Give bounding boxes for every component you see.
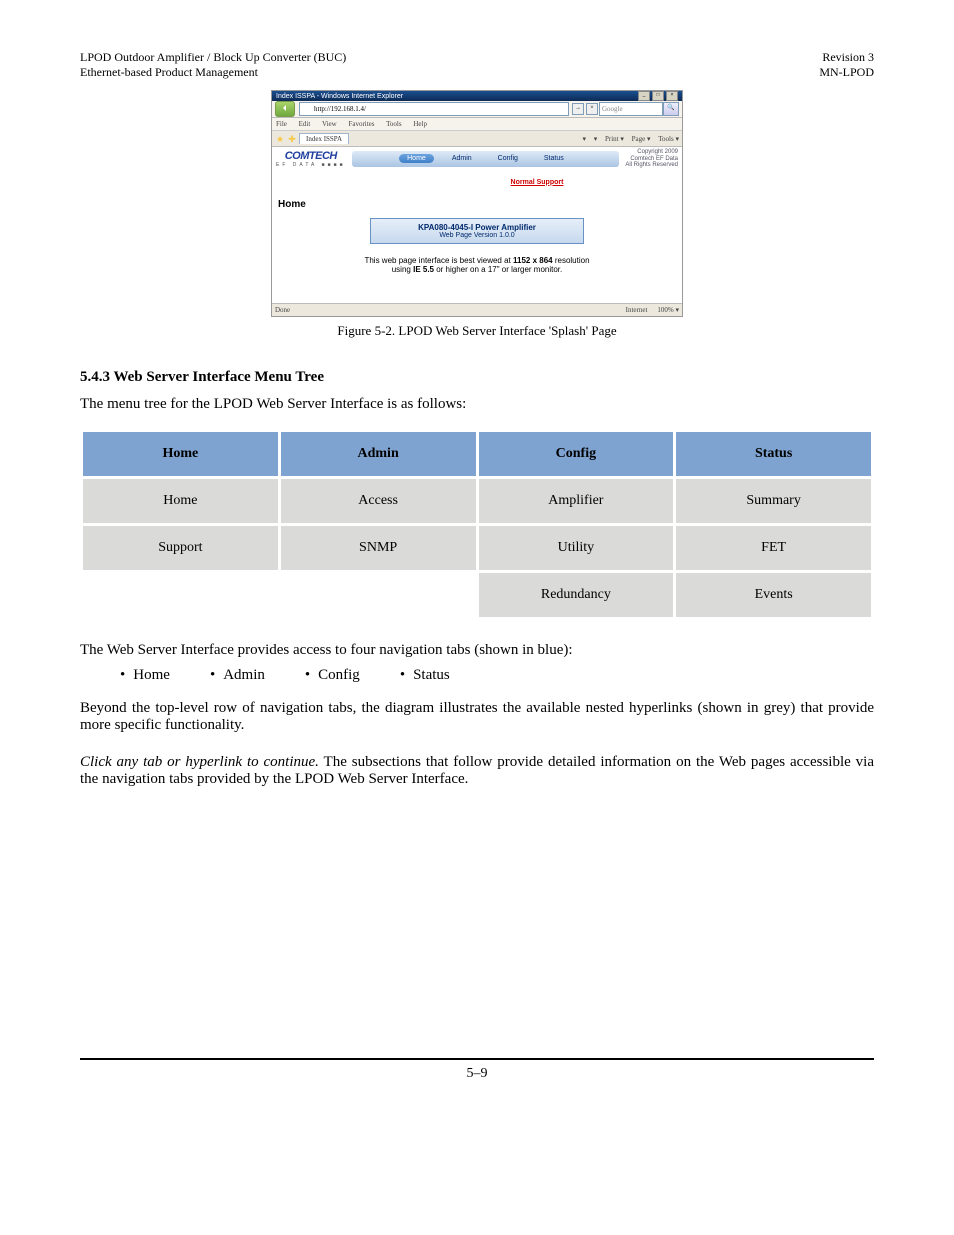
figure-caption: Figure 5-2. LPOD Web Server Interface 'S… — [80, 323, 874, 339]
th-status: Status — [676, 432, 871, 476]
cell-config-amplifier: Amplifier — [479, 479, 674, 523]
cell-admin-snmp: SNMP — [281, 526, 476, 570]
menu-file[interactable]: File — [276, 120, 287, 128]
cell-empty — [83, 573, 278, 617]
browser-screenshot: Index ISSPA - Windows Internet Explorer … — [271, 90, 683, 317]
page-menu[interactable]: Page ▾ — [632, 135, 651, 143]
cell-status-summary: Summary — [676, 479, 871, 523]
menu-tree-table: Home Admin Config Status Home Access Amp… — [80, 429, 874, 620]
header-product: LPOD Outdoor Amplifier / Block Up Conver… — [80, 50, 346, 65]
bullet-admin: Admin — [210, 667, 265, 684]
browser-tab[interactable]: Index ISSPA — [299, 133, 349, 144]
header-revision: Revision 3 — [819, 50, 874, 65]
header-docnum: MN-LPOD — [819, 65, 874, 80]
support-link[interactable]: Normal Support — [511, 179, 564, 186]
nav-ribbon: Home Admin Config Status — [352, 151, 620, 167]
menu-help[interactable]: Help — [413, 120, 427, 128]
cell-empty — [281, 573, 476, 617]
cell-config-utility: Utility — [479, 526, 674, 570]
feeds-dropdown-icon[interactable]: ▾ — [594, 135, 598, 143]
resolution-recommendation: This web page interface is best viewed a… — [278, 256, 676, 274]
window-title: Index ISSPA - Windows Internet Explorer — [276, 93, 638, 100]
nav-tab-config[interactable]: Config — [490, 154, 526, 163]
header-section: Ethernet-based Product Management — [80, 65, 346, 80]
section-heading: 5.4.3 Web Server Interface Menu Tree — [80, 369, 874, 386]
nav-tab-home[interactable]: Home — [399, 154, 434, 163]
tabs-bullet-list: Home Admin Config Status — [80, 667, 874, 684]
address-bar[interactable]: http://192.168.1.4/ — [299, 102, 569, 116]
minimize-button[interactable]: _ — [638, 91, 650, 101]
maximize-button[interactable]: □ — [652, 91, 664, 101]
home-dropdown-icon[interactable]: ▾ — [582, 135, 586, 143]
add-favorites-icon[interactable]: ✚ — [287, 134, 297, 144]
paragraph-2: Click any tab or hyperlink to continue. … — [80, 754, 874, 788]
intro-text: The menu tree for the LPOD Web Server In… — [80, 396, 874, 413]
cell-status-events: Events — [676, 573, 871, 617]
cell-admin-access: Access — [281, 479, 476, 523]
bullet-config: Config — [305, 667, 360, 684]
page-number: 5–9 — [80, 1066, 874, 1082]
paragraph-1: Beyond the top-level row of navigation t… — [80, 700, 874, 734]
nav-tab-admin[interactable]: Admin — [444, 154, 480, 163]
go-button[interactable]: → — [572, 103, 584, 115]
th-config: Config — [479, 432, 674, 476]
copyright-text: Copyright 2009 Comtech EF Data All Right… — [625, 149, 678, 169]
cell-home-home: Home — [83, 479, 278, 523]
zoom-level[interactable]: 100% ▾ — [657, 306, 679, 314]
menu-edit[interactable]: Edit — [299, 120, 311, 128]
after-table-text: The Web Server Interface provides access… — [80, 642, 874, 659]
cell-config-redundancy: Redundancy — [479, 573, 674, 617]
menu-view[interactable]: View — [322, 120, 337, 128]
status-done: Done — [275, 306, 626, 314]
cell-status-fet: FET — [676, 526, 871, 570]
nav-tab-status[interactable]: Status — [536, 154, 572, 163]
menu-tools[interactable]: Tools — [386, 120, 401, 128]
webpage-version: Web Page Version 1.0.0 — [377, 232, 577, 239]
close-button[interactable]: × — [666, 91, 678, 101]
bullet-home: Home — [120, 667, 170, 684]
page-heading-home: Home — [278, 199, 676, 210]
status-zone: Internet — [626, 306, 648, 314]
browser-menubar[interactable]: File Edit View Favorites Tools Help — [272, 118, 682, 131]
back-button[interactable] — [275, 101, 295, 117]
menu-favorites[interactable]: Favorites — [348, 120, 374, 128]
amplifier-info-box: KPA080-4045-I Power Amplifier Web Page V… — [370, 218, 584, 244]
th-admin: Admin — [281, 432, 476, 476]
cell-home-support: Support — [83, 526, 278, 570]
search-button[interactable]: 🔍 — [663, 102, 679, 116]
comtech-logo: COMTECH EF DATA ■■■■ — [276, 150, 346, 168]
search-input[interactable]: Google — [599, 102, 663, 116]
tools-menu[interactable]: Tools ▾ — [658, 135, 679, 143]
favorites-star-icon[interactable]: ★ — [275, 134, 285, 144]
footer-rule — [80, 1058, 874, 1060]
print-menu[interactable]: Print ▾ — [605, 135, 624, 143]
th-home: Home — [83, 432, 278, 476]
amplifier-model: KPA080-4045-I Power Amplifier — [377, 223, 577, 232]
stop-button[interactable]: × — [586, 103, 598, 115]
bullet-status: Status — [400, 667, 450, 684]
